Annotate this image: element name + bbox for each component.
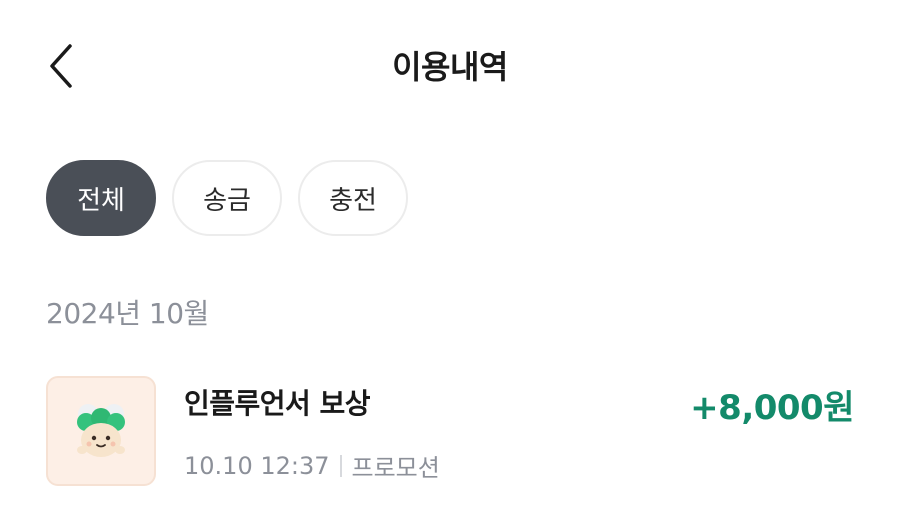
month-section-header: 2024년 10월 bbox=[46, 297, 209, 330]
filter-chips: 전체 송금 충전 bbox=[46, 160, 408, 236]
transaction-category: 프로모션 bbox=[351, 454, 440, 482]
page-title: 이용내역 bbox=[392, 48, 508, 86]
transaction-title: 인플루언서 보상 bbox=[184, 387, 371, 420]
transaction-history-screen: 이용내역 전체 송금 충전 2024년 10월 인플루언서 보상 10.10 1… bbox=[0, 0, 900, 522]
transaction-row[interactable]: 인플루언서 보상 10.10 12:37 프로모션 +8,000원 bbox=[46, 376, 854, 488]
character-mascot-icon bbox=[77, 404, 125, 457]
transaction-datetime: 10.10 12:37 bbox=[184, 451, 330, 480]
header: 이용내역 bbox=[0, 0, 900, 130]
transaction-thumbnail bbox=[46, 376, 156, 486]
filter-chip-charge[interactable]: 충전 bbox=[298, 160, 408, 236]
meta-divider bbox=[339, 454, 342, 477]
transaction-meta: 10.10 12:37 프로모션 bbox=[184, 448, 440, 483]
filter-chip-all[interactable]: 전체 bbox=[46, 160, 156, 236]
filter-chip-transfer[interactable]: 송금 bbox=[172, 160, 282, 236]
transaction-amount: +8,000원 bbox=[690, 388, 854, 428]
